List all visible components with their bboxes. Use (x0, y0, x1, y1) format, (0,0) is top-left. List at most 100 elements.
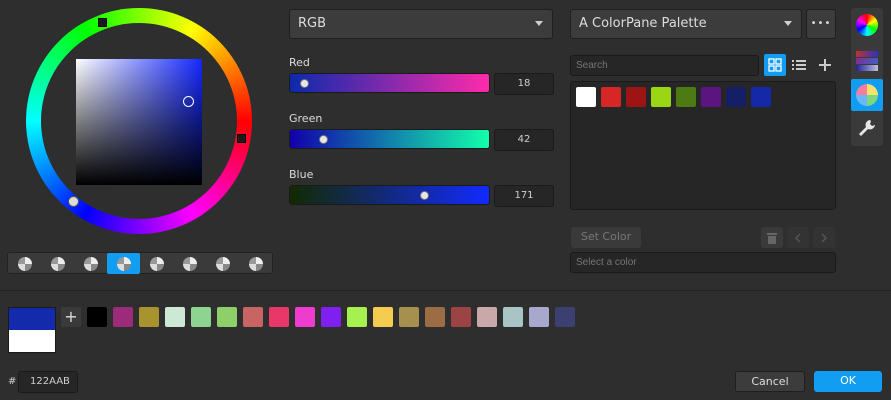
palette-swatch[interactable] (701, 87, 721, 107)
harmony-mode-icon (182, 256, 197, 271)
tab-gradients[interactable] (852, 46, 882, 76)
ok-label: OK (840, 374, 856, 387)
quick-swatch[interactable] (87, 307, 107, 327)
grid-icon (768, 58, 782, 72)
color-mode-value: RGB (298, 16, 327, 31)
palette-swatches (576, 87, 771, 107)
palette-search-input[interactable] (570, 55, 759, 76)
quick-swatch[interactable] (269, 307, 289, 327)
tab-settings[interactable] (852, 113, 882, 143)
red-slider[interactable] (289, 73, 490, 93)
color-preview (8, 307, 56, 353)
chevron-right-icon (821, 232, 828, 243)
quick-swatch[interactable] (347, 307, 367, 327)
move-down-button[interactable] (813, 227, 835, 248)
color-mode-select[interactable]: RGB (289, 9, 553, 39)
plus-icon: + (64, 307, 78, 326)
red-value-input[interactable]: 18 (494, 73, 554, 95)
quick-swatch[interactable] (165, 307, 185, 327)
palette-more-button[interactable]: ••• (806, 9, 836, 39)
cancel-label: Cancel (751, 375, 789, 388)
palette-swatch[interactable] (751, 87, 771, 107)
previous-color-swatch[interactable] (9, 330, 55, 352)
green-label: Green (289, 112, 323, 125)
list-view-button[interactable] (788, 54, 810, 76)
hex-input[interactable]: 122AAB (18, 371, 78, 393)
harmony-mode-icon (248, 256, 263, 271)
harmony-mode-button[interactable] (8, 253, 41, 274)
quick-swatch[interactable] (399, 307, 419, 327)
current-color-swatch (9, 308, 55, 330)
quick-swatch[interactable] (191, 307, 211, 327)
harmony-marker[interactable] (68, 196, 79, 207)
palette-swatch[interactable] (626, 87, 646, 107)
ok-button[interactable]: OK (814, 371, 882, 392)
grid-view-button[interactable] (764, 54, 786, 76)
hue-ring-marker[interactable] (98, 18, 107, 27)
color-name-input[interactable] (570, 252, 836, 273)
chevron-left-icon (794, 232, 801, 243)
harmony-mode-button[interactable] (173, 253, 206, 274)
chevron-down-icon (535, 21, 543, 26)
palette-swatch[interactable] (601, 87, 621, 107)
cancel-button[interactable]: Cancel (735, 371, 805, 392)
add-quick-color-button[interactable]: + (61, 307, 81, 327)
delete-color-button[interactable] (761, 227, 783, 248)
harmony-mode-button[interactable] (140, 253, 173, 274)
harmony-mode-button[interactable] (41, 253, 74, 274)
quick-swatch[interactable] (373, 307, 393, 327)
palette-swatch[interactable] (676, 87, 696, 107)
quick-palette (87, 307, 575, 327)
set-color-label: Set Color (580, 230, 632, 243)
harmony-mode-button[interactable] (206, 253, 239, 274)
set-color-button[interactable]: Set Color (571, 227, 641, 248)
saturation-value-square[interactable] (76, 59, 202, 185)
tab-palettes[interactable] (851, 79, 883, 111)
palette-icon (856, 84, 878, 106)
palette-name: A ColorPane Palette (579, 16, 707, 31)
quick-swatch[interactable] (113, 307, 133, 327)
red-label: Red (289, 56, 310, 69)
blue-value-input[interactable]: 171 (494, 185, 554, 207)
palette-swatch[interactable] (576, 87, 596, 107)
quick-swatch[interactable] (217, 307, 237, 327)
gradients-icon (856, 51, 878, 71)
chevron-down-icon (784, 21, 792, 26)
red-slider-knob[interactable] (300, 79, 309, 88)
quick-swatch[interactable] (503, 307, 523, 327)
quick-swatch[interactable] (243, 307, 263, 327)
harmony-mode-button[interactable] (74, 253, 107, 274)
section-divider (0, 290, 891, 291)
wrench-icon (859, 120, 875, 136)
quick-swatch[interactable] (555, 307, 575, 327)
quick-swatch[interactable] (425, 307, 445, 327)
harmony-mode-icon (17, 256, 32, 271)
quick-swatch[interactable] (139, 307, 159, 327)
sv-cursor[interactable] (183, 96, 194, 107)
blue-label: Blue (289, 168, 314, 181)
palette-swatch[interactable] (726, 87, 746, 107)
blue-slider-knob[interactable] (420, 191, 429, 200)
add-palette-color-button[interactable] (814, 54, 836, 76)
green-slider-knob[interactable] (319, 135, 328, 144)
palette-swatch[interactable] (651, 87, 671, 107)
complement-marker (237, 134, 246, 143)
quick-swatch[interactable] (451, 307, 471, 327)
harmony-mode-button[interactable] (239, 253, 272, 274)
harmony-mode-bar (7, 252, 273, 274)
quick-swatch[interactable] (529, 307, 549, 327)
palette-select[interactable]: A ColorPane Palette (570, 9, 802, 39)
blue-slider[interactable] (289, 185, 490, 205)
harmony-mode-icon (83, 256, 98, 271)
quick-swatch[interactable] (477, 307, 497, 327)
tab-color-wheel[interactable] (852, 10, 882, 40)
harmony-mode-icon (50, 256, 65, 271)
harmony-mode-button-selected[interactable] (107, 253, 140, 274)
palette-grid (570, 81, 836, 210)
harmony-mode-icon (116, 256, 131, 271)
green-value-input[interactable]: 42 (494, 129, 554, 151)
move-up-button[interactable] (787, 227, 809, 248)
quick-swatch[interactable] (321, 307, 341, 327)
quick-swatch[interactable] (295, 307, 315, 327)
green-slider[interactable] (289, 129, 490, 149)
